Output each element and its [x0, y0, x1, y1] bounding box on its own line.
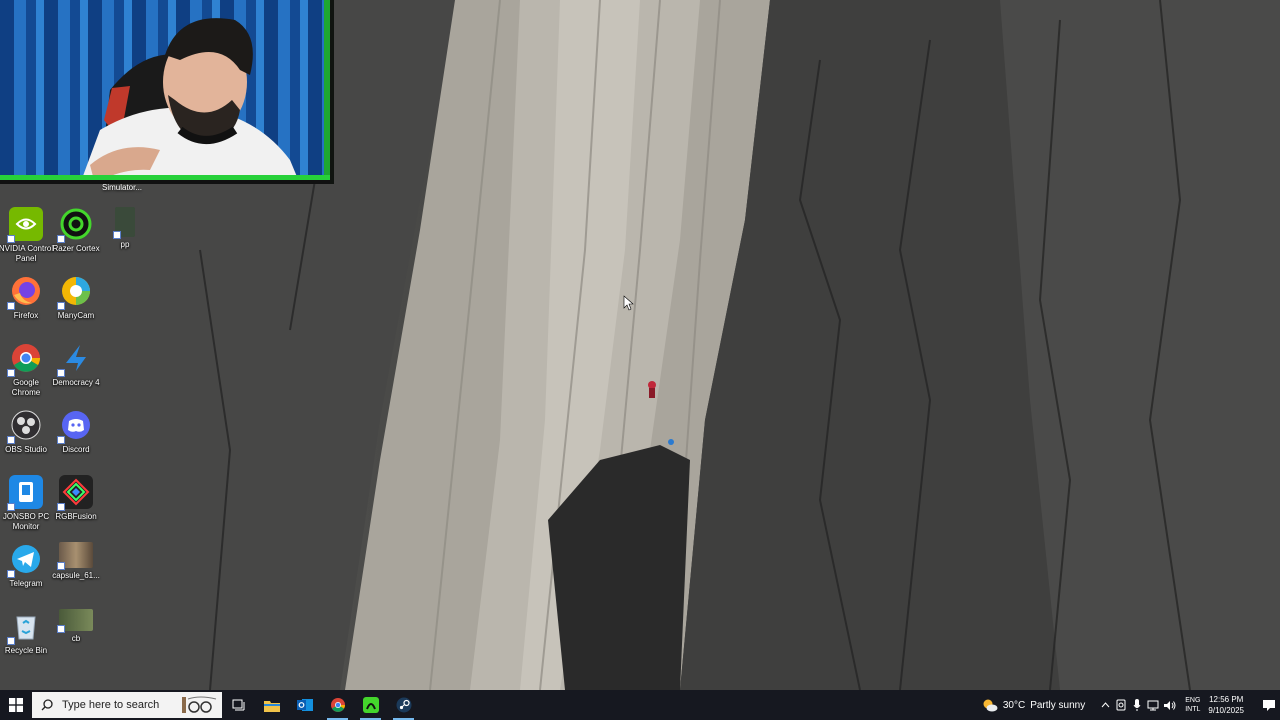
microphone-button[interactable] — [1129, 699, 1145, 711]
steam-icon — [396, 697, 411, 713]
language-indicator[interactable]: ENG INTL — [1185, 696, 1200, 714]
desktop-icon-label: JONSBO PC Monitor — [2, 512, 50, 531]
system-tray: 30°C Partly sunny ENG INTL 12:56 PM 9/10… — [982, 690, 1280, 720]
streamer-video — [80, 18, 300, 184]
taskbar-steam[interactable] — [387, 690, 420, 720]
desktop-icon-manycam[interactable]: ManyCam — [48, 274, 104, 321]
desktop-label-simulator[interactable]: Simulator... — [102, 183, 142, 192]
desktop-icon-cb[interactable]: cb — [48, 609, 104, 644]
desktop-icon-label: Discord — [62, 445, 90, 454]
telegram-icon — [7, 542, 43, 578]
nvidia-icon — [7, 207, 43, 243]
taskbar-clock[interactable]: 12:56 PM 9/10/2025 — [1208, 694, 1244, 716]
desktop-icon-label: Telegram — [9, 579, 43, 588]
desktop-icon-label: capsule_61... — [52, 571, 100, 580]
desktop-icon-obs[interactable]: OBS Studio — [0, 408, 54, 455]
webcam-overlay — [0, 0, 334, 184]
cb-image-icon — [57, 609, 93, 633]
chrome-icon — [330, 698, 345, 712]
jonsbo-monitor-icon — [7, 475, 43, 511]
partly-sunny-icon — [983, 699, 998, 712]
webcam-border-accent — [324, 0, 330, 184]
search-placeholder: Type here to search — [62, 699, 160, 711]
desktop-icon-razer-cortex[interactable]: Razer Cortex — [48, 207, 104, 254]
rgb-fusion-icon — [57, 475, 93, 511]
search-highlight-icon — [180, 695, 220, 715]
file-explorer-icon — [263, 700, 280, 712]
desktop-icon-label: RGBFusion — [55, 512, 97, 521]
taskbar-chrome[interactable] — [321, 690, 354, 720]
desktop-icon-democracy-4[interactable]: Democracy 4 — [48, 341, 104, 388]
taskbar-file-explorer[interactable] — [255, 690, 288, 720]
desktop-icon-firefox[interactable]: Firefox — [0, 274, 54, 321]
razer-icon — [362, 697, 379, 713]
desktop-icon-label: Razer Cortex — [52, 244, 100, 253]
desktop-icon-label: Google Chrome — [11, 378, 41, 397]
network-button[interactable] — [1145, 700, 1161, 711]
desktop-icon-jonsbo[interactable]: JONSBO PC Monitor — [0, 475, 54, 532]
language-code: ENG — [1185, 697, 1201, 704]
notification-center-button[interactable] — [1258, 699, 1280, 712]
razer-cortex-icon — [57, 207, 93, 243]
weather-description: Partly sunny — [1030, 699, 1086, 711]
search-icon — [32, 699, 62, 711]
weather-temperature: 30°C — [1002, 699, 1026, 711]
desktop-icon-capsule[interactable]: capsule_61... — [48, 542, 104, 581]
chrome-icon — [7, 341, 43, 377]
start-button[interactable] — [0, 690, 32, 720]
obs-icon — [7, 408, 43, 444]
speaker-icon — [1163, 700, 1176, 710]
desktop-icon-rgb-fusion[interactable]: RGBFusion — [48, 475, 104, 522]
notification-icon — [1263, 699, 1275, 711]
discord-icon — [57, 408, 93, 444]
taskbar-razer[interactable] — [354, 690, 387, 720]
pp-file-icon — [113, 207, 135, 239]
desktop-icon-label: Firefox — [13, 311, 39, 320]
desktop-icon-label: NVIDIA Control Panel — [0, 244, 54, 263]
desktop-icon-label: Recycle Bin — [4, 646, 48, 655]
windows-logo-icon — [9, 698, 23, 712]
microphone-icon — [1133, 699, 1141, 711]
device-icon — [1116, 699, 1126, 711]
network-icon — [1147, 700, 1159, 710]
desktop-icon-telegram[interactable]: Telegram — [0, 542, 54, 589]
desktop-icon-discord[interactable]: Discord — [48, 408, 104, 455]
task-view-button[interactable] — [222, 690, 255, 720]
volume-button[interactable] — [1161, 700, 1177, 711]
task-view-icon — [232, 699, 244, 711]
democracy-4-icon — [57, 341, 93, 377]
weather-widget[interactable]: 30°C Partly sunny — [982, 698, 1085, 712]
desktop-icon-pp[interactable]: pp — [97, 207, 153, 250]
capsule-image-icon — [57, 542, 93, 570]
webcam-dark-bar — [0, 180, 330, 184]
desktop-icon-label: OBS Studio — [5, 445, 47, 454]
tray-device-button[interactable] — [1113, 699, 1129, 711]
desktop-icon-recycle-bin[interactable]: Recycle Bin — [0, 609, 54, 656]
desktop-icon-label: ManyCam — [57, 311, 95, 320]
recycle-bin-icon — [7, 609, 43, 645]
desktop-icon-nvidia[interactable]: NVIDIA Control Panel — [0, 207, 54, 264]
show-hidden-icons-button[interactable] — [1097, 702, 1113, 708]
clock-time: 12:56 PM — [1209, 695, 1244, 704]
firefox-icon — [7, 274, 43, 310]
outlook-icon — [296, 699, 313, 711]
keyboard-layout: INTL — [1185, 706, 1201, 713]
chevron-up-icon — [1101, 702, 1110, 708]
desktop-icon-chrome[interactable]: Google Chrome — [0, 341, 54, 398]
desktop-icon-label: cb — [71, 634, 81, 643]
taskbar-search-box[interactable]: Type here to search — [32, 692, 222, 718]
desktop-icon-label: Democracy 4 — [52, 378, 100, 387]
taskbar-outlook[interactable] — [288, 690, 321, 720]
desktop-icon-label: pp — [120, 240, 130, 249]
taskbar: Type here to search 30°C Partly sunny EN… — [0, 690, 1280, 720]
manycam-icon — [57, 274, 93, 310]
clock-date: 9/10/2025 — [1208, 706, 1244, 715]
